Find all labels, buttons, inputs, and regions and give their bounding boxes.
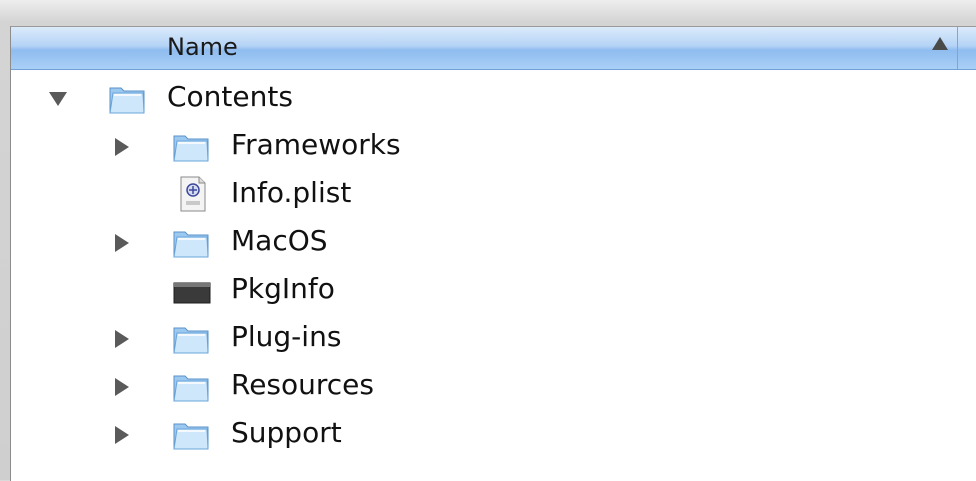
finder-window: Name Contents Frameworks Info.plist MacO…	[0, 0, 976, 481]
tree-row-label: MacOS	[231, 224, 328, 257]
tree-row-label: Resources	[231, 368, 374, 401]
tree-row-plug-ins[interactable]: Plug-ins	[11, 316, 976, 364]
tree-row-label: Plug-ins	[231, 320, 342, 353]
disclosure-triangle-expanded-icon[interactable]	[49, 92, 67, 106]
file-list-view[interactable]: Name Contents Frameworks Info.plist MacO…	[10, 26, 976, 481]
tree-row-label: PkgInfo	[231, 272, 335, 305]
tree-row-info-plist[interactable]: Info.plist	[11, 172, 976, 220]
tree-row-frameworks[interactable]: Frameworks	[11, 124, 976, 172]
folder-icon	[107, 82, 147, 116]
tree-row-macos[interactable]: MacOS	[11, 220, 976, 268]
tree-row-label: Info.plist	[231, 176, 352, 209]
folder-icon	[171, 322, 211, 356]
tree-row-label: Contents	[167, 80, 293, 113]
disclosure-triangle-collapsed-icon[interactable]	[115, 138, 129, 156]
disclosure-triangle-collapsed-icon[interactable]	[115, 330, 129, 348]
disclosure-triangle-collapsed-icon[interactable]	[115, 426, 129, 444]
tree-row-pkginfo[interactable]: PkgInfo	[11, 268, 976, 316]
column-header-name[interactable]: Name	[11, 27, 976, 70]
folder-icon	[171, 130, 211, 164]
tree-row-resources[interactable]: Resources	[11, 364, 976, 412]
tree-row-support[interactable]: Support	[11, 412, 976, 460]
plist-file-icon	[179, 176, 207, 212]
folder-icon	[171, 418, 211, 452]
disclosure-triangle-collapsed-icon[interactable]	[115, 234, 129, 252]
column-header-label: Name	[167, 33, 238, 61]
disclosure-triangle-collapsed-icon[interactable]	[115, 378, 129, 396]
sort-ascending-icon[interactable]	[932, 37, 948, 50]
tree-row-contents[interactable]: Contents	[11, 76, 976, 124]
folder-icon	[171, 370, 211, 404]
executable-file-icon	[173, 282, 211, 304]
folder-icon	[171, 226, 211, 260]
tree-row-label: Frameworks	[231, 128, 401, 161]
column-separator[interactable]	[957, 27, 958, 69]
tree-row-label: Support	[231, 416, 342, 449]
